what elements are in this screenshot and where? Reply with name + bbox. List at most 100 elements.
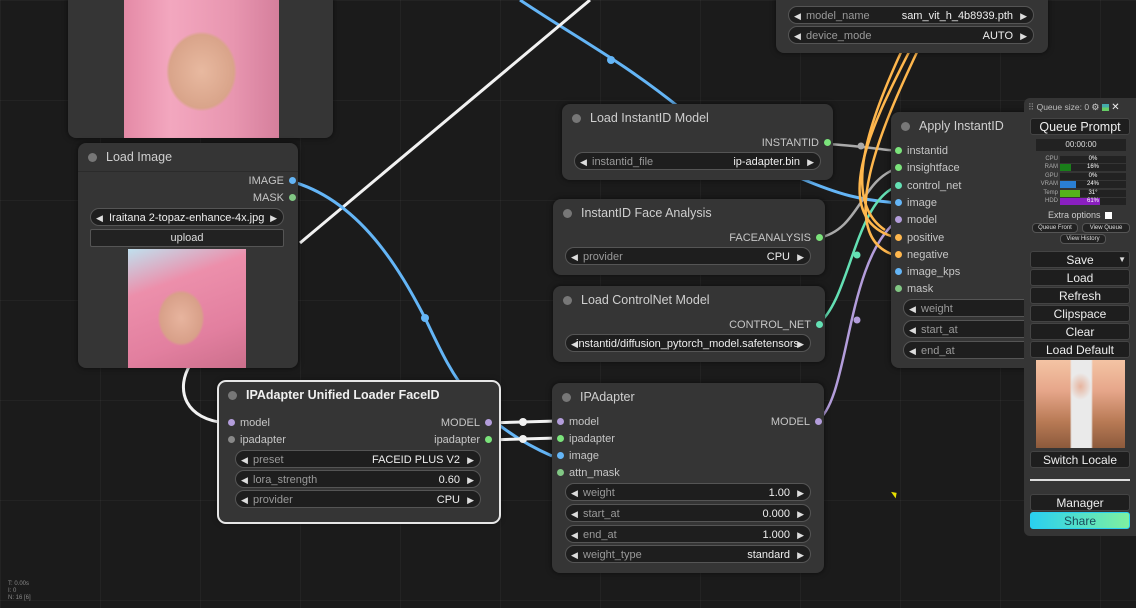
preview-image-node[interactable] xyxy=(68,0,333,138)
output-model[interactable]: MODEL xyxy=(771,414,824,430)
slot-dot-icon[interactable] xyxy=(557,452,564,459)
model-name-combo[interactable]: ◀ model_name sam_vit_h_4b8939.pth ▶ xyxy=(788,6,1034,24)
close-icon[interactable]: ✕ xyxy=(1111,102,1119,113)
slot-dot-icon[interactable] xyxy=(557,469,564,476)
queue-front-button[interactable]: Queue Front xyxy=(1032,223,1078,233)
input-attn-mask[interactable]: attn_mask xyxy=(555,465,620,481)
arrow-left-icon[interactable]: ◀ xyxy=(571,248,578,266)
output-instantid[interactable]: INSTANTID xyxy=(762,135,833,151)
gear-icon[interactable]: ⚙ xyxy=(1091,102,1099,112)
view-history-button[interactable]: View History xyxy=(1060,234,1106,244)
arrow-left-icon[interactable]: ◀ xyxy=(571,484,578,502)
slot-dot-icon[interactable] xyxy=(816,321,823,328)
arrow-right-icon[interactable]: ▶ xyxy=(797,484,804,502)
input-insightface[interactable]: insightface xyxy=(893,160,960,176)
slot-dot-icon[interactable] xyxy=(895,199,902,206)
output-ipadapter[interactable]: ipadapter xyxy=(434,432,494,448)
provider-combo[interactable]: ◀ provider CPU ▶ xyxy=(235,490,481,508)
arrow-left-icon[interactable]: ◀ xyxy=(96,209,103,227)
image-gallery-icon[interactable] xyxy=(1101,104,1109,112)
slot-dot-icon[interactable] xyxy=(289,194,296,201)
slot-dot-icon[interactable] xyxy=(895,251,902,258)
output-mask[interactable]: MASK xyxy=(253,190,298,206)
arrow-right-icon[interactable]: ▶ xyxy=(467,451,474,469)
output-image[interactable]: IMAGE xyxy=(249,173,298,189)
slot-dot-icon[interactable] xyxy=(824,139,831,146)
slot-dot-icon[interactable] xyxy=(557,435,564,442)
arrow-left-icon[interactable]: ◀ xyxy=(571,546,578,564)
save-dropdown-icon[interactable]: ▼ xyxy=(1118,252,1126,268)
input-image[interactable]: image xyxy=(555,448,599,464)
collapse-dot-icon[interactable] xyxy=(572,114,581,123)
image-file-combo[interactable]: ◀ Iraitana 2-topaz-enhance-4x.jpg ▶ xyxy=(90,208,284,226)
collapse-dot-icon[interactable] xyxy=(562,393,571,402)
collapse-dot-icon[interactable] xyxy=(563,296,572,305)
drag-handle-icon[interactable]: ⠿ xyxy=(1028,102,1037,112)
input-instantid[interactable]: instantid xyxy=(893,143,948,159)
slot-dot-icon[interactable] xyxy=(895,164,902,171)
input-ipadapter[interactable]: ipadapter xyxy=(555,431,615,447)
slot-dot-icon[interactable] xyxy=(485,419,492,426)
controlnet-name-combo[interactable]: ◀ instantid/diffusion_pytorch_model.safet… xyxy=(565,334,811,352)
slot-dot-icon[interactable] xyxy=(895,285,902,292)
queue-prompt-button[interactable]: Queue Prompt xyxy=(1030,118,1130,135)
arrow-right-icon[interactable]: ▶ xyxy=(797,505,804,523)
sam-model-loader-node[interactable]: ◀ model_name sam_vit_h_4b8939.pth ▶ ◀ device… xyxy=(776,0,1048,53)
arrow-right-icon[interactable]: ▶ xyxy=(1020,27,1027,45)
instantid-face-analysis-node[interactable]: InstantID Face Analysis FACEANALYSIS ◀ pr… xyxy=(553,199,825,275)
arrow-right-icon[interactable]: ▶ xyxy=(1020,7,1027,25)
slot-dot-icon[interactable] xyxy=(557,418,564,425)
arrow-left-icon[interactable]: ◀ xyxy=(580,153,587,171)
arrow-right-icon[interactable]: ▶ xyxy=(807,153,814,171)
arrow-right-icon[interactable]: ▶ xyxy=(270,209,277,227)
extra-options-checkbox[interactable] xyxy=(1105,212,1113,220)
input-model[interactable]: model xyxy=(555,414,599,430)
weight-number[interactable]: ◀ weight 1.00 ▶ xyxy=(565,483,811,501)
device-mode-combo[interactable]: ◀ device_mode AUTO ▶ xyxy=(788,26,1034,44)
load-instantid-model-node[interactable]: Load InstantID Model INSTANTID ◀ instanti… xyxy=(562,104,833,180)
arrow-left-icon[interactable]: ◀ xyxy=(241,471,248,489)
ipadapter-node[interactable]: IPAdapter model ipadapter image attn_mas… xyxy=(552,383,824,573)
input-model[interactable]: model xyxy=(226,415,270,431)
share-button[interactable]: Share xyxy=(1030,512,1130,529)
slot-dot-icon[interactable] xyxy=(815,418,822,425)
slot-dot-icon[interactable] xyxy=(895,216,902,223)
arrow-left-icon[interactable]: ◀ xyxy=(909,342,916,360)
load-default-button[interactable]: Load Default xyxy=(1030,341,1130,358)
collapse-dot-icon[interactable] xyxy=(563,209,572,218)
output-model[interactable]: MODEL xyxy=(441,415,494,431)
slot-dot-icon[interactable] xyxy=(895,182,902,189)
collapse-dot-icon[interactable] xyxy=(88,153,97,162)
instantid-file-combo[interactable]: ◀ instantid_file ip-adapter.bin ▶ xyxy=(574,152,821,170)
input-positive[interactable]: positive xyxy=(893,230,944,246)
load-button[interactable]: Load xyxy=(1030,269,1130,286)
arrow-right-icon[interactable]: ▶ xyxy=(797,335,804,353)
input-control-net[interactable]: control_net xyxy=(893,178,961,194)
lora-strength-number[interactable]: ◀ lora_strength 0.60 ▶ xyxy=(235,470,481,488)
load-controlnet-model-node[interactable]: Load ControlNet Model CONTROL_NET ◀ insta… xyxy=(553,286,825,362)
start-at-number[interactable]: ◀ start_at 0.000 ▶ xyxy=(565,504,811,522)
output-control-net[interactable]: CONTROL_NET xyxy=(729,317,825,333)
arrow-right-icon[interactable]: ▶ xyxy=(467,471,474,489)
clipspace-button[interactable]: Clipspace xyxy=(1030,305,1130,322)
save-button[interactable]: Save ▼ xyxy=(1030,251,1130,268)
slot-dot-icon[interactable] xyxy=(816,234,823,241)
arrow-left-icon[interactable]: ◀ xyxy=(909,321,916,339)
input-mask[interactable]: mask xyxy=(893,281,933,297)
weight-type-combo[interactable]: ◀ weight_type standard ▶ xyxy=(565,545,811,563)
arrow-left-icon[interactable]: ◀ xyxy=(571,526,578,544)
switch-locale-button[interactable]: Switch Locale xyxy=(1030,451,1130,468)
arrow-left-icon[interactable]: ◀ xyxy=(571,505,578,523)
arrow-left-icon[interactable]: ◀ xyxy=(909,300,916,318)
arrow-left-icon[interactable]: ◀ xyxy=(241,491,248,509)
input-negative[interactable]: negative xyxy=(893,247,949,263)
slot-dot-icon[interactable] xyxy=(895,147,902,154)
arrow-right-icon[interactable]: ▶ xyxy=(797,248,804,266)
ipadapter-unified-loader-node[interactable]: IPAdapter Unified Loader FaceID model ip… xyxy=(217,380,501,524)
upload-button[interactable]: upload xyxy=(90,229,284,247)
input-ipadapter[interactable]: ipadapter xyxy=(226,432,286,448)
slot-dot-icon[interactable] xyxy=(228,436,235,443)
slot-dot-icon[interactable] xyxy=(895,268,902,275)
slot-dot-icon[interactable] xyxy=(228,419,235,426)
provider-combo[interactable]: ◀ provider CPU ▶ xyxy=(565,247,811,265)
